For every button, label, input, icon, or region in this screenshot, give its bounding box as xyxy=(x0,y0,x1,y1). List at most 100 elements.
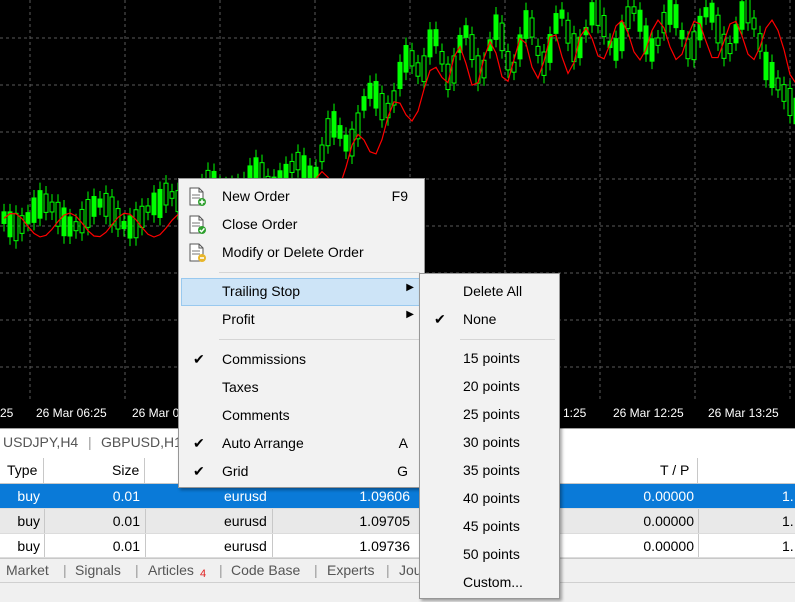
menu-item-45-points[interactable]: 45 points xyxy=(422,513,557,541)
menu-item-label: 45 points xyxy=(463,518,520,534)
candle-body xyxy=(49,201,55,213)
tab-signals[interactable]: Signals xyxy=(75,562,121,578)
menu-item-label: 35 points xyxy=(463,462,520,478)
candle-body xyxy=(733,24,739,44)
time-label: 25 xyxy=(0,406,14,420)
candle-body xyxy=(469,34,475,61)
candle-body xyxy=(589,2,595,26)
submenu-arrow-icon: ▶ xyxy=(406,282,414,293)
tab-separator: | xyxy=(386,562,390,578)
time-label: 26 Mar 06:25 xyxy=(36,406,107,420)
menu-item-delete-all[interactable]: Delete All xyxy=(422,278,557,306)
menu-item-none[interactable]: ✔ None xyxy=(422,306,557,334)
menu-item-profit[interactable]: Profit ▶ xyxy=(181,306,422,334)
candle-body xyxy=(109,196,115,226)
context-menu: New Order F9 Close Order Modify or Delet… xyxy=(178,178,425,488)
candle-body xyxy=(493,14,499,40)
candle-body xyxy=(37,190,43,219)
candle-body xyxy=(343,134,349,152)
candle-body xyxy=(397,61,403,90)
candle-body xyxy=(433,29,439,47)
menu-item-new-order[interactable]: New Order F9 xyxy=(181,183,422,211)
menu-item-taxes[interactable]: Taxes xyxy=(181,374,422,402)
menu-item-commissions[interactable]: ✔ Commissions xyxy=(181,346,422,374)
check-icon: ✔ xyxy=(193,435,205,451)
menu-item-20-points[interactable]: 20 points xyxy=(422,373,557,401)
tab-code-base[interactable]: Code Base xyxy=(231,562,300,578)
tab-separator: | xyxy=(135,562,139,578)
candle-body xyxy=(781,84,787,102)
column-divider xyxy=(698,534,699,557)
tab-separator: | xyxy=(219,562,223,578)
candle-body xyxy=(709,2,715,23)
column-header-price-current[interactable] xyxy=(698,458,795,483)
cell-size: 0.01 xyxy=(112,538,140,554)
menu-item-40-points[interactable]: 40 points xyxy=(422,485,557,513)
candle-body xyxy=(739,1,745,30)
menu-item-15-points[interactable]: 15 points xyxy=(422,345,557,373)
menu-item-25-points[interactable]: 25 points xyxy=(422,401,557,429)
candle-body xyxy=(499,22,505,52)
candle-body xyxy=(679,30,685,40)
check-icon: ✔ xyxy=(193,463,205,479)
time-label: 26 Mar 13:25 xyxy=(708,406,779,420)
toolbox-tabs: Market | Signals | Articles 4 | Code Bas… xyxy=(0,558,795,582)
menu-item-30-points[interactable]: 30 points xyxy=(422,429,557,457)
menu-item-auto-arrange[interactable]: ✔ Auto Arrange A xyxy=(181,430,422,458)
candle-body xyxy=(163,182,169,206)
candle-body xyxy=(7,211,13,238)
table-row[interactable]: buy 0.01 eurusd 1.09705 0.00000 1. xyxy=(0,509,795,534)
tab-gbpusd-h1[interactable]: GBPUSD,H1 xyxy=(101,434,182,450)
column-header-tp[interactable]: T / P xyxy=(560,458,698,483)
menu-item-grid[interactable]: ✔ Grid G xyxy=(181,458,422,486)
menu-item-trailing-stop[interactable]: Trailing Stop ▶ xyxy=(181,278,422,306)
cell-extra: 1. xyxy=(782,513,794,529)
menu-item-custom[interactable]: Custom... xyxy=(422,569,557,597)
cell-symbol: eurusd xyxy=(224,538,267,554)
column-header-type[interactable]: Type xyxy=(0,458,44,483)
candle-body xyxy=(667,0,673,25)
candle-body xyxy=(31,197,37,223)
candle-body xyxy=(145,205,151,213)
candle-body xyxy=(373,81,379,109)
menu-item-label: 40 points xyxy=(463,490,520,506)
column-header-size[interactable]: Size xyxy=(44,458,145,483)
status-bar xyxy=(0,582,795,602)
cell-size: 0.01 xyxy=(112,488,140,504)
menu-item-label: Delete All xyxy=(463,283,523,299)
menu-item-modify-order[interactable]: Modify or Delete Order xyxy=(181,239,422,267)
menu-item-label: 25 points xyxy=(463,406,520,422)
menu-item-comments[interactable]: Comments xyxy=(181,402,422,430)
tab-experts[interactable]: Experts xyxy=(327,562,374,578)
candle-body xyxy=(331,111,337,138)
candle-body xyxy=(169,191,175,199)
candle-body xyxy=(673,4,679,29)
menu-item-label: Trailing Stop xyxy=(222,283,301,299)
menu-item-close-order[interactable]: Close Order xyxy=(181,211,422,239)
tab-market[interactable]: Market xyxy=(6,562,49,578)
tab-separator: | xyxy=(314,562,318,578)
tab-usdjpy-h4[interactable]: USDJPY,H4 xyxy=(3,434,78,450)
table-row[interactable]: buy 0.01 eurusd 1.09736 0.00000 1. xyxy=(0,534,795,558)
menu-item-50-points[interactable]: 50 points xyxy=(422,541,557,569)
candle-body xyxy=(289,160,295,173)
candle-body xyxy=(601,15,607,38)
shortcut-label: G xyxy=(397,463,408,479)
time-label: 26 Mar 0 xyxy=(132,406,180,420)
menu-separator xyxy=(219,339,420,340)
candle-body xyxy=(427,29,433,58)
cell-extra: 1. xyxy=(782,488,794,504)
menu-item-label: Custom... xyxy=(463,574,523,590)
cell-type: buy xyxy=(17,538,40,554)
candle-body xyxy=(67,216,73,237)
candle-body xyxy=(379,93,385,121)
menu-item-35-points[interactable]: 35 points xyxy=(422,457,557,485)
tab-separator: | xyxy=(88,434,92,450)
candle-body xyxy=(649,38,655,62)
trailing-stop-submenu: Delete All ✔ None 15 points 20 points 25… xyxy=(419,273,560,599)
candle-body xyxy=(625,6,631,30)
menu-separator xyxy=(460,339,555,340)
tab-articles[interactable]: Articles xyxy=(148,562,194,578)
modify-order-icon xyxy=(189,243,206,262)
candle-body xyxy=(103,192,109,217)
